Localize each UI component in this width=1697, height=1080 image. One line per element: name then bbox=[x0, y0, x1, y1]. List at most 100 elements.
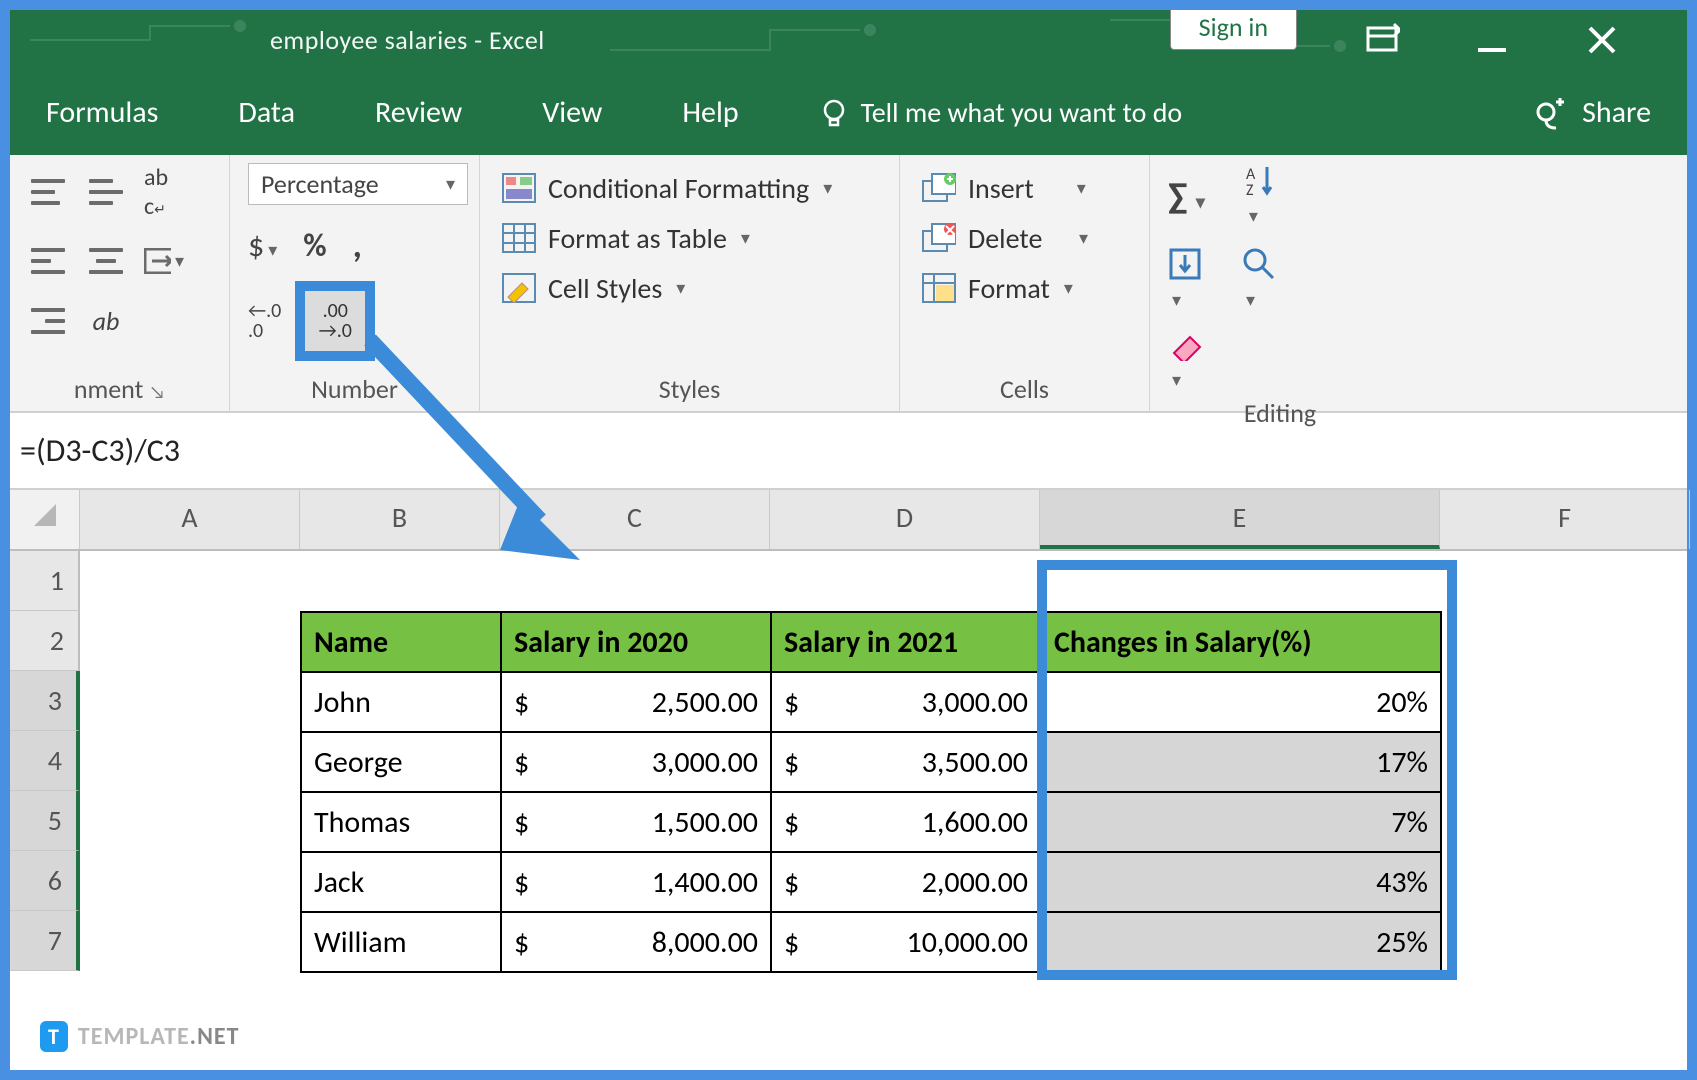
align-middle-icon bbox=[89, 179, 123, 205]
dollar-icon: $ bbox=[248, 226, 264, 265]
cell-salary-2020[interactable]: $1,500.00 bbox=[501, 792, 771, 852]
number-format-dropdown[interactable]: Percentage ▾ bbox=[248, 163, 468, 205]
cell-change-pct[interactable]: 20% bbox=[1041, 672, 1441, 732]
tab-view[interactable]: View bbox=[542, 94, 602, 131]
delete-cells-icon bbox=[920, 219, 958, 257]
format-cells-button[interactable]: Format▾ bbox=[918, 263, 1131, 313]
col-header-C[interactable]: C bbox=[500, 490, 770, 549]
tab-review[interactable]: Review bbox=[375, 94, 462, 131]
cell-salary-2020[interactable]: $8,000.00 bbox=[501, 912, 771, 972]
tell-me-search[interactable]: Tell me what you want to do bbox=[819, 95, 1183, 130]
header-name[interactable]: Name bbox=[301, 612, 501, 672]
svg-text:Z: Z bbox=[1246, 181, 1254, 197]
decrease-decimal-icon: .00→.0 bbox=[319, 301, 352, 341]
align-middle-button[interactable] bbox=[86, 172, 126, 212]
align-left-button[interactable] bbox=[28, 241, 68, 281]
header-salary-2020[interactable]: Salary in 2020 bbox=[501, 612, 771, 672]
minimize-button[interactable] bbox=[1447, 10, 1537, 70]
cell-change-pct[interactable]: 25% bbox=[1041, 912, 1441, 972]
col-header-D[interactable]: D bbox=[770, 490, 1040, 549]
ribbon-tabs: Formulas Data Review View Help Tell me w… bbox=[10, 70, 1687, 155]
conditional-formatting-button[interactable]: Conditional Formatting▾ bbox=[498, 163, 881, 213]
worksheet-grid: A B C D E F 1 2 3 4 5 6 7 Name bbox=[10, 490, 1687, 971]
tab-help[interactable]: Help bbox=[682, 94, 738, 131]
cell-salary-2020[interactable]: $2,500.00 bbox=[501, 672, 771, 732]
formula-text: =(D3-C3)/C3 bbox=[20, 431, 180, 470]
row-header-7[interactable]: 7 bbox=[10, 911, 80, 971]
close-button[interactable] bbox=[1557, 10, 1647, 70]
table-header-row: Name Salary in 2020 Salary in 2021 Chang… bbox=[301, 612, 1441, 672]
header-salary-2021[interactable]: Salary in 2021 bbox=[771, 612, 1041, 672]
increase-decimal-button[interactable]: ←.0.0 bbox=[248, 301, 281, 341]
clear-button[interactable]: ▾ bbox=[1168, 331, 1206, 393]
table-row: William $8,000.00 $10,000.00 25% bbox=[301, 912, 1441, 972]
cell-salary-2021[interactable]: $1,600.00 bbox=[771, 792, 1041, 852]
align-top-button[interactable] bbox=[28, 172, 68, 212]
salary-table[interactable]: Name Salary in 2020 Salary in 2021 Chang… bbox=[300, 611, 1442, 973]
tab-formulas[interactable]: Formulas bbox=[46, 94, 158, 131]
format-as-table-icon bbox=[500, 219, 538, 257]
tab-data[interactable]: Data bbox=[238, 94, 295, 131]
fill-button[interactable]: ▾ bbox=[1168, 247, 1202, 313]
decorative-circuit bbox=[10, 10, 1687, 70]
formula-bar[interactable]: =(D3-C3)/C3 bbox=[10, 413, 1687, 490]
format-as-table-button[interactable]: Format as Table▾ bbox=[498, 213, 881, 263]
comma-format-button[interactable]: , bbox=[353, 223, 362, 267]
align-center-button[interactable] bbox=[86, 241, 126, 281]
row-header-3[interactable]: 3 bbox=[10, 671, 80, 731]
lightbulb-icon bbox=[819, 98, 849, 128]
editing-group: ∑ ▾ AZ▾ ▾ ▾ ▾ bbox=[1150, 155, 1410, 411]
row-header-2[interactable]: 2 bbox=[10, 611, 80, 671]
cell-name[interactable]: Jack bbox=[301, 852, 501, 912]
orientation-button[interactable]: ab bbox=[86, 301, 126, 341]
cell-name[interactable]: George bbox=[301, 732, 501, 792]
cell-salary-2021[interactable]: $3,000.00 bbox=[771, 672, 1041, 732]
row-header-6[interactable]: 6 bbox=[10, 851, 80, 911]
cell-salary-2021[interactable]: $3,500.00 bbox=[771, 732, 1041, 792]
align-right-button[interactable] bbox=[28, 301, 68, 341]
cells-label: Cells bbox=[1000, 373, 1049, 405]
accounting-format-button[interactable]: $▾ bbox=[248, 226, 277, 265]
sort-filter-button[interactable]: AZ▾ bbox=[1245, 163, 1279, 229]
tell-me-label: Tell me what you want to do bbox=[861, 95, 1183, 130]
col-header-E[interactable]: E bbox=[1040, 490, 1440, 549]
col-header-A[interactable]: A bbox=[80, 490, 300, 549]
cell-name[interactable]: John bbox=[301, 672, 501, 732]
cell-salary-2021[interactable]: $10,000.00 bbox=[771, 912, 1041, 972]
cell-change-pct[interactable]: 17% bbox=[1041, 732, 1441, 792]
cell-name[interactable]: William bbox=[301, 912, 501, 972]
row-header-4[interactable]: 4 bbox=[10, 731, 80, 791]
insert-cells-button[interactable]: Insert ▾ bbox=[918, 163, 1131, 213]
wrap-text-button[interactable]: abc↵ bbox=[144, 163, 168, 221]
merge-center-button[interactable]: ▾ bbox=[144, 241, 184, 281]
insert-cells-icon bbox=[920, 169, 958, 207]
eraser-icon bbox=[1168, 331, 1206, 361]
decrease-decimal-button[interactable]: .00→.0 bbox=[295, 281, 375, 361]
cell-change-pct[interactable]: 43% bbox=[1041, 852, 1441, 912]
autosum-button[interactable]: ∑ ▾ bbox=[1168, 174, 1205, 218]
number-group: Percentage ▾ $▾ % , ←.0.0 .00→.0 N bbox=[230, 155, 480, 411]
cell-change-pct[interactable]: 7% bbox=[1041, 792, 1441, 852]
delete-cells-button[interactable]: Delete ▾ bbox=[918, 213, 1131, 263]
cell-salary-2020[interactable]: $3,000.00 bbox=[501, 732, 771, 792]
header-changes[interactable]: Changes in Salary(%) bbox=[1041, 612, 1441, 672]
cell-salary-2020[interactable]: $1,400.00 bbox=[501, 852, 771, 912]
alignment-label: nment bbox=[74, 373, 144, 405]
ribbon-display-options-button[interactable] bbox=[1337, 10, 1427, 70]
select-all-triangle[interactable] bbox=[10, 490, 80, 549]
align-top-icon bbox=[31, 179, 65, 205]
cell-styles-button[interactable]: Cell Styles▾ bbox=[498, 263, 881, 313]
percent-format-button[interactable]: % bbox=[303, 226, 326, 265]
cell-salary-2021[interactable]: $2,000.00 bbox=[771, 852, 1041, 912]
alignment-dialog-launcher[interactable]: ↘ bbox=[149, 381, 165, 403]
row-header-5[interactable]: 5 bbox=[10, 791, 80, 851]
row-header-1[interactable]: 1 bbox=[10, 551, 80, 611]
align-right-icon bbox=[31, 308, 65, 334]
cell-name[interactable]: Thomas bbox=[301, 792, 501, 852]
share-button[interactable]: Share bbox=[1534, 94, 1651, 131]
col-header-B[interactable]: B bbox=[300, 490, 500, 549]
find-select-button[interactable]: ▾ bbox=[1242, 247, 1276, 313]
styles-label: Styles bbox=[659, 373, 721, 405]
signin-button[interactable]: Sign in bbox=[1170, 10, 1297, 50]
col-header-F[interactable]: F bbox=[1440, 490, 1690, 549]
